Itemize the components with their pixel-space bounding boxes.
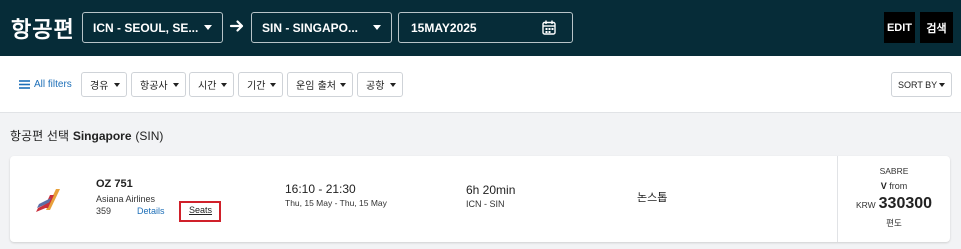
filter-stops-label: 경유 xyxy=(90,81,109,92)
aircraft-code: 359 xyxy=(96,206,112,216)
airline-logo-icon xyxy=(36,189,60,212)
flight-duration: 6h 20min xyxy=(466,183,516,197)
results-heading-prefix: 항공편 선택 xyxy=(10,129,70,143)
origin-dropdown[interactable]: ICN - SEOUL, SE... xyxy=(82,12,223,43)
sort-by-dropdown[interactable]: SORT BY xyxy=(891,72,952,97)
results-heading-code: (SIN) xyxy=(135,129,164,143)
filter-bar: All filters 경유 항공사 시간 기간 운임 출처 공항 SORT B… xyxy=(0,56,961,113)
filter-airline[interactable]: 항공사 xyxy=(131,72,186,97)
search-button[interactable]: 검색 xyxy=(920,12,953,43)
stops-label: 논스톱 xyxy=(637,191,668,204)
chevron-down-icon xyxy=(373,25,381,30)
chevron-down-icon xyxy=(390,83,396,87)
flight-result-card[interactable]: OZ 751 Asiana Airlines 359 Details Seats… xyxy=(10,156,950,242)
filter-airport[interactable]: 공항 xyxy=(357,72,403,97)
results-heading: 항공편 선택 Singapore (SIN) xyxy=(10,127,163,144)
filter-airline-label: 항공사 xyxy=(140,81,168,92)
seats-link[interactable]: Seats xyxy=(189,205,212,215)
destination-dropdown[interactable]: SIN - SINGAPO... xyxy=(251,12,392,43)
filter-airport-label: 공항 xyxy=(366,81,385,92)
filter-time-label: 시간 xyxy=(198,81,217,92)
date-field[interactable]: 15MAY2025 xyxy=(398,12,573,43)
price-line: KRW 330300 xyxy=(838,195,950,213)
from-label: from xyxy=(889,181,908,191)
arrow-right-icon xyxy=(229,20,244,32)
trip-type: 편도 xyxy=(886,219,902,229)
chevron-down-icon xyxy=(939,83,945,87)
filter-fare-source-label: 운임 출처 xyxy=(296,81,336,92)
filter-duration-label: 기간 xyxy=(247,81,266,92)
departure-arrival-time: 16:10 - 21:30 xyxy=(285,182,356,196)
date-value: 15MAY2025 xyxy=(411,20,477,35)
all-filters-link[interactable]: All filters xyxy=(19,79,72,90)
details-link[interactable]: Details xyxy=(137,206,165,216)
filter-stops[interactable]: 경유 xyxy=(81,72,127,97)
chevron-down-icon xyxy=(114,83,120,87)
currency: KRW xyxy=(855,200,876,210)
chevron-down-icon xyxy=(221,83,227,87)
top-search-bar: 항공편 ICN - SEOUL, SE... SIN - SINGAPO... … xyxy=(0,0,961,56)
filter-icon xyxy=(19,80,30,89)
sort-by-label: SORT BY xyxy=(898,79,938,90)
filter-time[interactable]: 시간 xyxy=(189,72,234,97)
price-column[interactable]: SABRE V from KRW 330300 편도 xyxy=(838,156,950,242)
chevron-down-icon xyxy=(173,83,179,87)
destination-value: SIN - SINGAPO... xyxy=(262,20,359,35)
chevron-down-icon xyxy=(270,83,276,87)
fare-class-line: V from xyxy=(838,181,950,191)
chevron-down-icon xyxy=(340,83,346,87)
chevron-down-icon xyxy=(204,25,212,30)
results-heading-city: Singapore xyxy=(72,129,132,143)
page-title: 항공편 xyxy=(11,18,75,43)
origin-value: ICN - SEOUL, SE... xyxy=(93,20,199,35)
calendar-icon[interactable] xyxy=(542,20,556,35)
price-amount: 330300 xyxy=(878,195,933,212)
flight-route: ICN - SIN xyxy=(466,199,505,209)
filter-duration[interactable]: 기간 xyxy=(238,72,283,97)
airline-name: Asiana Airlines xyxy=(96,194,156,204)
flight-dates: Thu, 15 May - Thu, 15 May xyxy=(285,198,387,208)
filter-fare-source[interactable]: 운임 출처 xyxy=(287,72,353,97)
fare-source: SABRE xyxy=(879,166,909,176)
edit-button[interactable]: EDIT xyxy=(884,12,915,43)
fare-class: V xyxy=(880,181,887,191)
flight-number: OZ 751 xyxy=(96,178,133,190)
all-filters-label: All filters xyxy=(34,79,72,90)
